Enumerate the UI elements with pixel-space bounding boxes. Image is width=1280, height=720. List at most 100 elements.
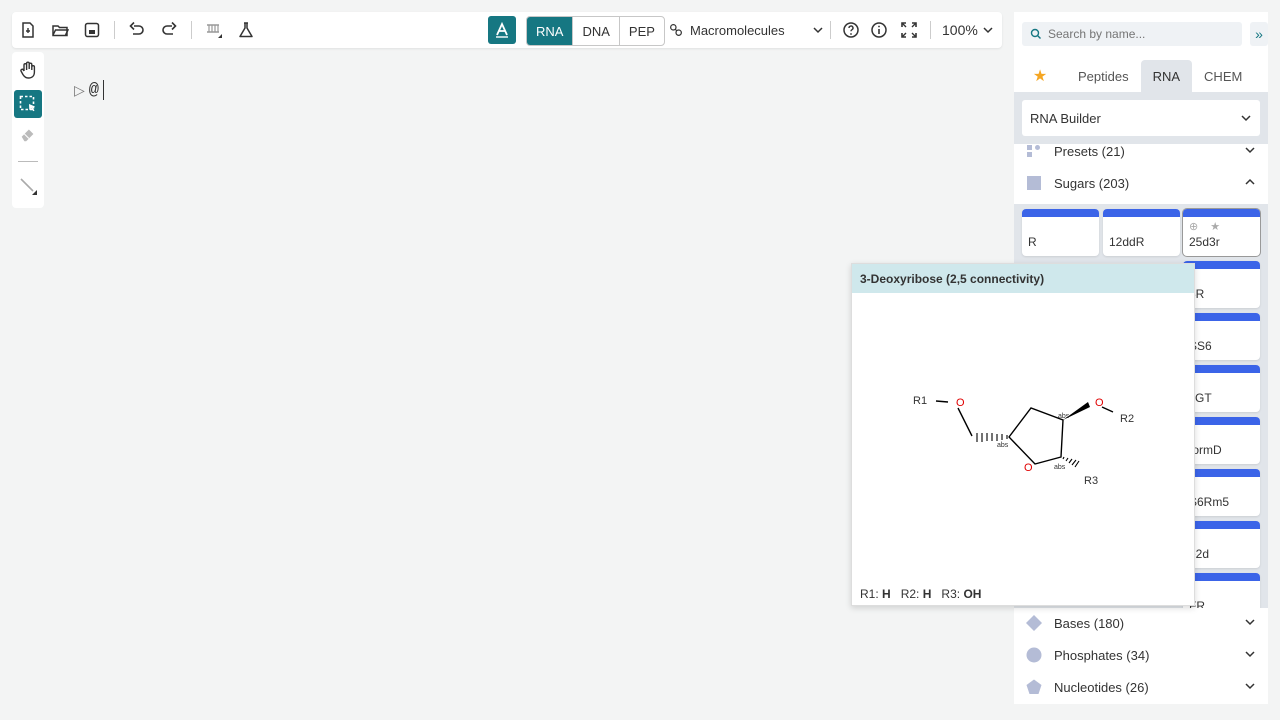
toolbar-divider (191, 21, 192, 39)
phosphate-circle-icon (1026, 647, 1042, 663)
text-mode-icon[interactable] (488, 16, 516, 44)
monomer-card[interactable]: R (1022, 209, 1099, 256)
sugar-square-icon (1027, 176, 1041, 190)
nucleotides-section[interactable]: Nucleotides (26) (1014, 671, 1268, 703)
peptide-mode-button[interactable]: PEP (620, 17, 664, 45)
add-to-sequence-icon[interactable]: ⊕ (1189, 220, 1198, 233)
save-icon[interactable] (80, 18, 104, 42)
presets-label: Presets (21) (1054, 143, 1125, 159)
hash-bond (1062, 456, 1080, 468)
tab-rna[interactable]: RNA (1140, 60, 1193, 92)
tab-chem[interactable]: CHEM (1192, 60, 1254, 92)
ring-bonds (1008, 407, 1064, 465)
bases-section[interactable]: Bases (180) (1014, 607, 1268, 639)
chevron-down-icon (813, 27, 823, 34)
monomer-card-label: S6Rm5 (1189, 495, 1230, 509)
redo-icon[interactable] (157, 18, 181, 42)
mode-dropdown[interactable]: Macromolecules (668, 18, 824, 42)
base-diamond-icon (1026, 615, 1042, 631)
tab-favorites-star-icon[interactable]: ★ (1014, 60, 1066, 92)
r2-label: R2 (1120, 413, 1134, 425)
r3-label: R3 (1084, 475, 1098, 487)
ch2-o-bond (957, 407, 973, 437)
hand-tool-icon[interactable] (16, 58, 40, 82)
tab-peptides[interactable]: Peptides (1066, 60, 1141, 92)
chevron-down-icon (1245, 651, 1255, 658)
monomer-card-label: R (1028, 235, 1037, 249)
undo-icon[interactable] (125, 18, 149, 42)
sequence-type-switcher: RNA DNA PEP (526, 16, 665, 46)
r-group-value: H (882, 587, 891, 601)
monomer-preview-tooltip: 3-Deoxyribose (2,5 connectivity) O O O R… (851, 263, 1195, 606)
chevron-up-icon (1245, 178, 1255, 185)
r-group-item: R1: H (860, 587, 891, 601)
zoom-level: 100% (942, 22, 978, 38)
rectangle-select-icon[interactable] (14, 90, 42, 118)
oxygen-label: O (1024, 462, 1033, 474)
oxygen-label: O (956, 397, 965, 409)
r-group-item: R3: OH (941, 587, 981, 601)
chevron-down-icon (1245, 619, 1255, 626)
presets-icon (1027, 145, 1040, 157)
chevron-down-icon (1245, 683, 1255, 690)
sugars-label: Sugars (203) (1054, 175, 1130, 191)
dna-mode-button[interactable]: DNA (573, 17, 620, 45)
bases-label: Bases (180) (1054, 615, 1125, 631)
help-icon[interactable] (839, 18, 863, 42)
phosphates-label: Phosphates (34) (1054, 647, 1150, 663)
toolbar-divider (114, 21, 115, 39)
monomer-card-hovered[interactable]: ⊕ ★ 25d3r (1183, 209, 1260, 256)
monomer-card[interactable]: 12ddR (1103, 209, 1180, 256)
r-group-name: R3: (941, 587, 961, 601)
r-group-item: R2: H (901, 587, 932, 601)
library-tabs: ★ Peptides RNA CHEM (1014, 56, 1268, 92)
search-input[interactable] (1048, 27, 1228, 41)
nucleotides-label: Nucleotides (26) (1054, 679, 1149, 695)
presets-section[interactable]: Presets (21) (1014, 135, 1268, 167)
macromolecule-icon (670, 24, 682, 36)
search-box[interactable] (1022, 22, 1242, 46)
rna-mode-button[interactable]: RNA (527, 17, 574, 45)
new-file-icon[interactable] (16, 18, 40, 42)
play-icon[interactable]: ▷ (74, 82, 85, 99)
toolbar-divider (18, 161, 38, 162)
phosphates-section[interactable]: Phosphates (34) (1014, 639, 1268, 671)
fullscreen-icon[interactable] (897, 18, 921, 42)
sequence-text: @ (88, 80, 99, 100)
chevron-down-icon (1241, 115, 1251, 122)
sequence-editor-line[interactable]: ▷ @ (74, 80, 104, 100)
stereo-abs-label: abs (997, 442, 1009, 449)
collapse-panel-button[interactable]: » (1250, 22, 1268, 46)
sugars-section[interactable]: Sugars (203) (1014, 167, 1268, 199)
r-group-name: R1: (860, 587, 879, 601)
oxygen-label: O (1095, 397, 1104, 409)
zoom-dropdown[interactable]: 100% (942, 18, 994, 42)
search-icon (1030, 28, 1041, 39)
layout-icon[interactable] (202, 18, 226, 42)
molecule-structure: O O O R1 R2 R3 abs abs abs (913, 395, 1134, 487)
stereo-abs-label: abs (1058, 413, 1070, 420)
open-folder-icon[interactable] (48, 18, 72, 42)
toolbar-divider (930, 21, 931, 39)
top-toolbar: RNA DNA PEP Macromolecules 100% (12, 12, 1002, 48)
hash-bond (976, 433, 1008, 442)
rna-builder-dropdown[interactable]: RNA Builder (1022, 100, 1260, 136)
bond-tool-icon[interactable] (16, 174, 40, 198)
chevron-down-icon (983, 27, 993, 34)
info-icon[interactable] (867, 18, 891, 42)
monomer-card-label: 12ddR (1109, 235, 1145, 249)
monomer-card-label: 25d3r (1189, 235, 1220, 249)
r1-bond (935, 400, 949, 403)
nucleotide-pentagon-icon (1026, 679, 1042, 694)
preview-title: 3-Deoxyribose (2,5 connectivity) (852, 264, 1194, 293)
r2-bond (1101, 406, 1114, 413)
eraser-icon[interactable] (16, 122, 40, 146)
favorite-star-icon[interactable]: ★ (1210, 220, 1220, 233)
r-group-value: OH (963, 587, 982, 601)
r-group-value: H (922, 587, 932, 601)
stereo-abs-label: abs (1054, 464, 1066, 471)
chevron-down-icon (1245, 147, 1255, 154)
r1-label: R1 (913, 395, 927, 407)
r-group-list: R1: H R2: H R3: OH (860, 587, 981, 601)
flask-icon[interactable] (234, 18, 258, 42)
